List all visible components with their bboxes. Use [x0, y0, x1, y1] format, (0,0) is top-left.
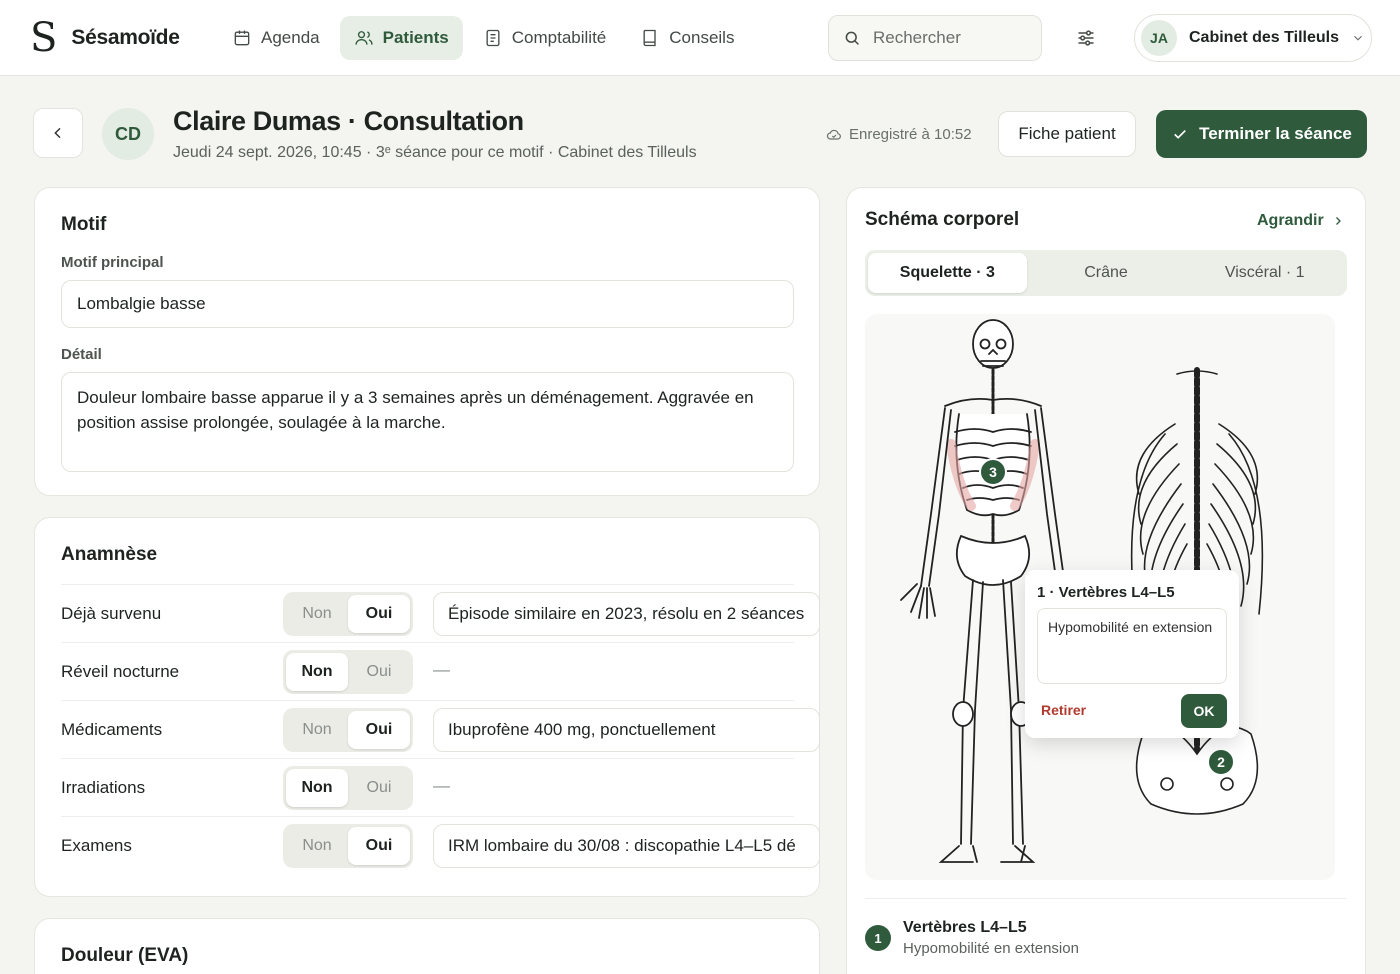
- nav-item-agenda[interactable]: Agenda: [218, 16, 334, 60]
- finding-list-item[interactable]: 1 Vertèbres L4–L5 Hypomobilité en extens…: [865, 898, 1347, 957]
- yes-no-toggle[interactable]: Non Oui: [283, 592, 413, 636]
- main-nav: Agenda Patients Comptabilité Conseils: [218, 16, 748, 60]
- tab-squelette[interactable]: Squelette · 3: [868, 253, 1027, 293]
- nav-item-label: Patients: [382, 28, 449, 47]
- anamnese-title: Anamnèse: [61, 544, 158, 565]
- detail-label: Détail: [61, 346, 102, 363]
- main-motif-input[interactable]: Lombalgie basse: [61, 280, 794, 328]
- avatar: JA: [1141, 20, 1177, 56]
- row-label: Irradiations: [61, 778, 146, 797]
- search-input[interactable]: [873, 28, 1023, 48]
- detail-textarea[interactable]: Douleur lombaire basse apparue il y a 3 …: [61, 372, 794, 472]
- marker-2[interactable]: 2: [1207, 748, 1235, 776]
- sliders-icon: [1078, 30, 1094, 46]
- book-icon: [643, 29, 656, 47]
- nav-item-comptabilite[interactable]: Comptabilité: [469, 16, 621, 60]
- expand-label: Agrandir: [1257, 212, 1324, 229]
- row-label: Médicaments: [61, 720, 163, 739]
- anamnese-row: Médicaments Non Oui Ibuprofène 400 mg, p…: [61, 700, 820, 758]
- yes-option[interactable]: Oui: [348, 711, 410, 749]
- popover-title: 1 · Vertèbres L4–L5: [1037, 584, 1175, 601]
- yes-option[interactable]: Oui: [348, 827, 410, 865]
- account-name: Cabinet des Tilleuls: [1189, 29, 1339, 46]
- schema-tabs: Squelette · 3 Crâne Viscéral · 1: [865, 250, 1347, 296]
- logo-mark: S: [30, 15, 58, 61]
- finding-title: Vertèbres L4–L5: [903, 919, 1027, 936]
- chevron-right-icon: [1335, 217, 1341, 225]
- body-schema-card: Schéma corporel Agrandir Squelette · 3 C…: [846, 187, 1366, 974]
- chevron-left-icon: [54, 127, 61, 139]
- yes-option[interactable]: Oui: [348, 769, 410, 807]
- finding-number-badge: 1: [865, 925, 891, 951]
- yes-option[interactable]: Oui: [348, 653, 410, 691]
- ok-button[interactable]: OK: [1181, 694, 1227, 728]
- patient-avatar: CD: [102, 108, 154, 160]
- check-icon: [1174, 130, 1186, 139]
- chevron-down-icon: [1354, 35, 1362, 41]
- no-option[interactable]: Non: [286, 653, 348, 691]
- row-detail-input[interactable]: IRM lombaire du 30/08 : discopathie L4–L…: [433, 824, 820, 868]
- account-menu[interactable]: JA Cabinet des Tilleuls: [1134, 14, 1372, 62]
- filter-button[interactable]: [1070, 22, 1102, 54]
- row-label: Réveil nocturne: [61, 662, 180, 681]
- marker-popover: 1 · Vertèbres L4–L5 Hypomobilité en exte…: [1025, 570, 1239, 738]
- anamnese-card: Anamnèse Déjà survenu Non Oui Épisode si…: [34, 517, 820, 897]
- yes-no-toggle[interactable]: Non Oui: [283, 708, 413, 752]
- tab-crane[interactable]: Crâne: [1027, 253, 1186, 293]
- page-title: Claire Dumas · Consultation: [173, 106, 524, 136]
- row-empty-detail: —: [433, 776, 450, 795]
- back-button[interactable]: [33, 108, 83, 158]
- patient-file-button[interactable]: Fiche patient: [998, 111, 1136, 157]
- anamnese-row: Irradiations Non Oui —: [61, 758, 794, 816]
- motif-card: Motif Motif principal Lombalgie basse Dé…: [34, 187, 820, 496]
- no-option[interactable]: Non: [286, 711, 348, 749]
- nav-item-conseils[interactable]: Conseils: [626, 16, 748, 60]
- no-option[interactable]: Non: [286, 769, 348, 807]
- yes-no-toggle[interactable]: Non Oui: [283, 766, 413, 810]
- yes-no-toggle[interactable]: Non Oui: [283, 650, 413, 694]
- finding-note: Hypomobilité en extension: [903, 940, 1079, 957]
- top-bar: S Sésamoïde Agenda Patients Comptabilité…: [0, 0, 1400, 76]
- page-subtitle: Jeudi 24 sept. 2026, 10:45 · 3ᵉ séance p…: [173, 144, 697, 161]
- main-motif-label: Motif principal: [61, 254, 164, 271]
- row-detail-input[interactable]: Ibuprofène 400 mg, ponctuellement: [433, 708, 820, 752]
- remove-button[interactable]: Retirer: [1041, 702, 1086, 718]
- receipt-icon: [486, 29, 500, 47]
- schema-title: Schéma corporel: [865, 209, 1020, 230]
- search-box[interactable]: [828, 15, 1042, 61]
- row-label: Déjà survenu: [61, 604, 162, 623]
- nav-item-label: Agenda: [261, 28, 320, 47]
- no-option[interactable]: Non: [286, 595, 348, 633]
- nav-item-label: Conseils: [669, 28, 735, 47]
- yes-no-toggle[interactable]: Non Oui: [283, 824, 413, 868]
- finish-session-button[interactable]: Terminer la séance: [1156, 110, 1367, 158]
- cloud-check-icon: [826, 129, 841, 140]
- popover-note-input[interactable]: Hypomobilité en extension: [1037, 608, 1227, 684]
- finish-session-label: Terminer la séance: [1199, 124, 1352, 143]
- anamnese-row: Réveil nocturne Non Oui —: [61, 642, 794, 700]
- pain-card: Douleur (EVA): [34, 918, 820, 974]
- users-icon: [355, 31, 373, 45]
- row-label: Examens: [61, 836, 132, 855]
- marker-3[interactable]: 3: [979, 458, 1007, 486]
- search-icon: [845, 31, 859, 45]
- calendar-icon: [234, 30, 250, 46]
- anamnese-row: Examens Non Oui IRM lombaire du 30/08 : …: [61, 816, 820, 874]
- save-status-text: Enregistré à 10:52: [849, 126, 972, 143]
- nav-item-label: Comptabilité: [511, 28, 607, 47]
- nav-item-patients[interactable]: Patients: [339, 16, 463, 60]
- anamnese-row: Déjà survenu Non Oui Épisode similaire e…: [61, 584, 820, 642]
- no-option[interactable]: Non: [286, 827, 348, 865]
- yes-option[interactable]: Oui: [348, 595, 410, 633]
- save-status: Enregistré à 10:52: [826, 126, 972, 143]
- row-detail-input[interactable]: Épisode similaire en 2023, résolu en 2 s…: [433, 592, 820, 636]
- expand-link[interactable]: Agrandir: [1257, 212, 1344, 230]
- row-empty-detail: —: [433, 660, 450, 679]
- pain-title: Douleur (EVA): [61, 945, 189, 966]
- motif-title: Motif: [61, 214, 107, 235]
- app-logo[interactable]: S Sésamoïde: [30, 18, 180, 58]
- app-name: Sésamoïde: [71, 26, 180, 49]
- body-diagram[interactable]: 3 1 2 1 · Vertèbres L4–L5 Hypomobilité e…: [865, 314, 1335, 880]
- tab-visceral[interactable]: Viscéral · 1: [1185, 253, 1344, 293]
